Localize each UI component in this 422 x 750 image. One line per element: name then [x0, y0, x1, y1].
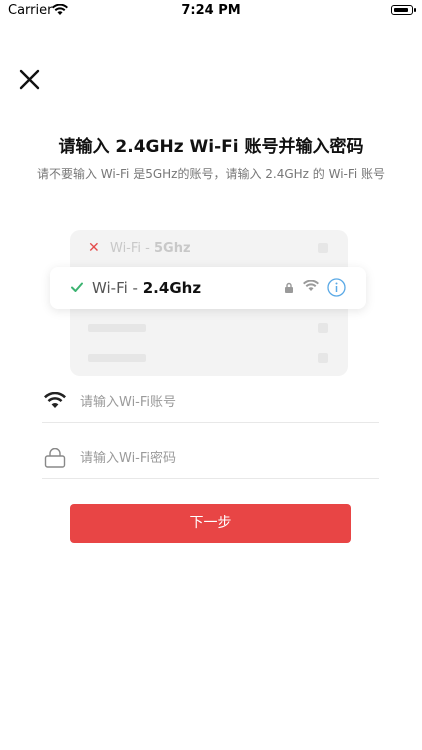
- check-icon: [71, 282, 83, 292]
- close-button[interactable]: [16, 66, 44, 94]
- info-icon: [327, 278, 346, 297]
- wifi-password-input[interactable]: [80, 446, 370, 470]
- close-icon: [19, 69, 40, 90]
- cross-icon: ✕: [88, 240, 100, 256]
- status-time: 7:24 PM: [181, 3, 241, 18]
- wifi-account-row: [42, 382, 379, 423]
- next-button[interactable]: 下一步: [70, 504, 351, 543]
- page-subtitle: 请不要输入 Wi-Fi 是5GHz的账号，请输入 2.4GHz 的 Wi-Fi …: [36, 167, 386, 181]
- wifi-password-row: [42, 438, 379, 479]
- placeholder-square: [318, 353, 328, 363]
- lock-icon: [44, 448, 66, 468]
- placeholder-square: [318, 323, 328, 333]
- good-network-label: Wi-Fi - 2.4Ghz: [92, 279, 202, 297]
- page-title: 请输入 2.4GHz Wi-Fi 账号并输入密码: [58, 137, 364, 157]
- wifi-icon: [44, 392, 66, 408]
- wifi-account-input[interactable]: [80, 390, 370, 414]
- placeholder-square: [318, 243, 328, 253]
- placeholder-bar: [88, 324, 146, 332]
- status-bar: Carrier 7:24 PM: [0, 0, 422, 22]
- battery-icon: [391, 5, 416, 15]
- wifi-icon: [303, 280, 319, 291]
- bad-network-label: Wi-Fi - 5Ghz: [110, 241, 191, 256]
- lock-icon: [285, 282, 293, 293]
- placeholder-bar: [88, 354, 146, 362]
